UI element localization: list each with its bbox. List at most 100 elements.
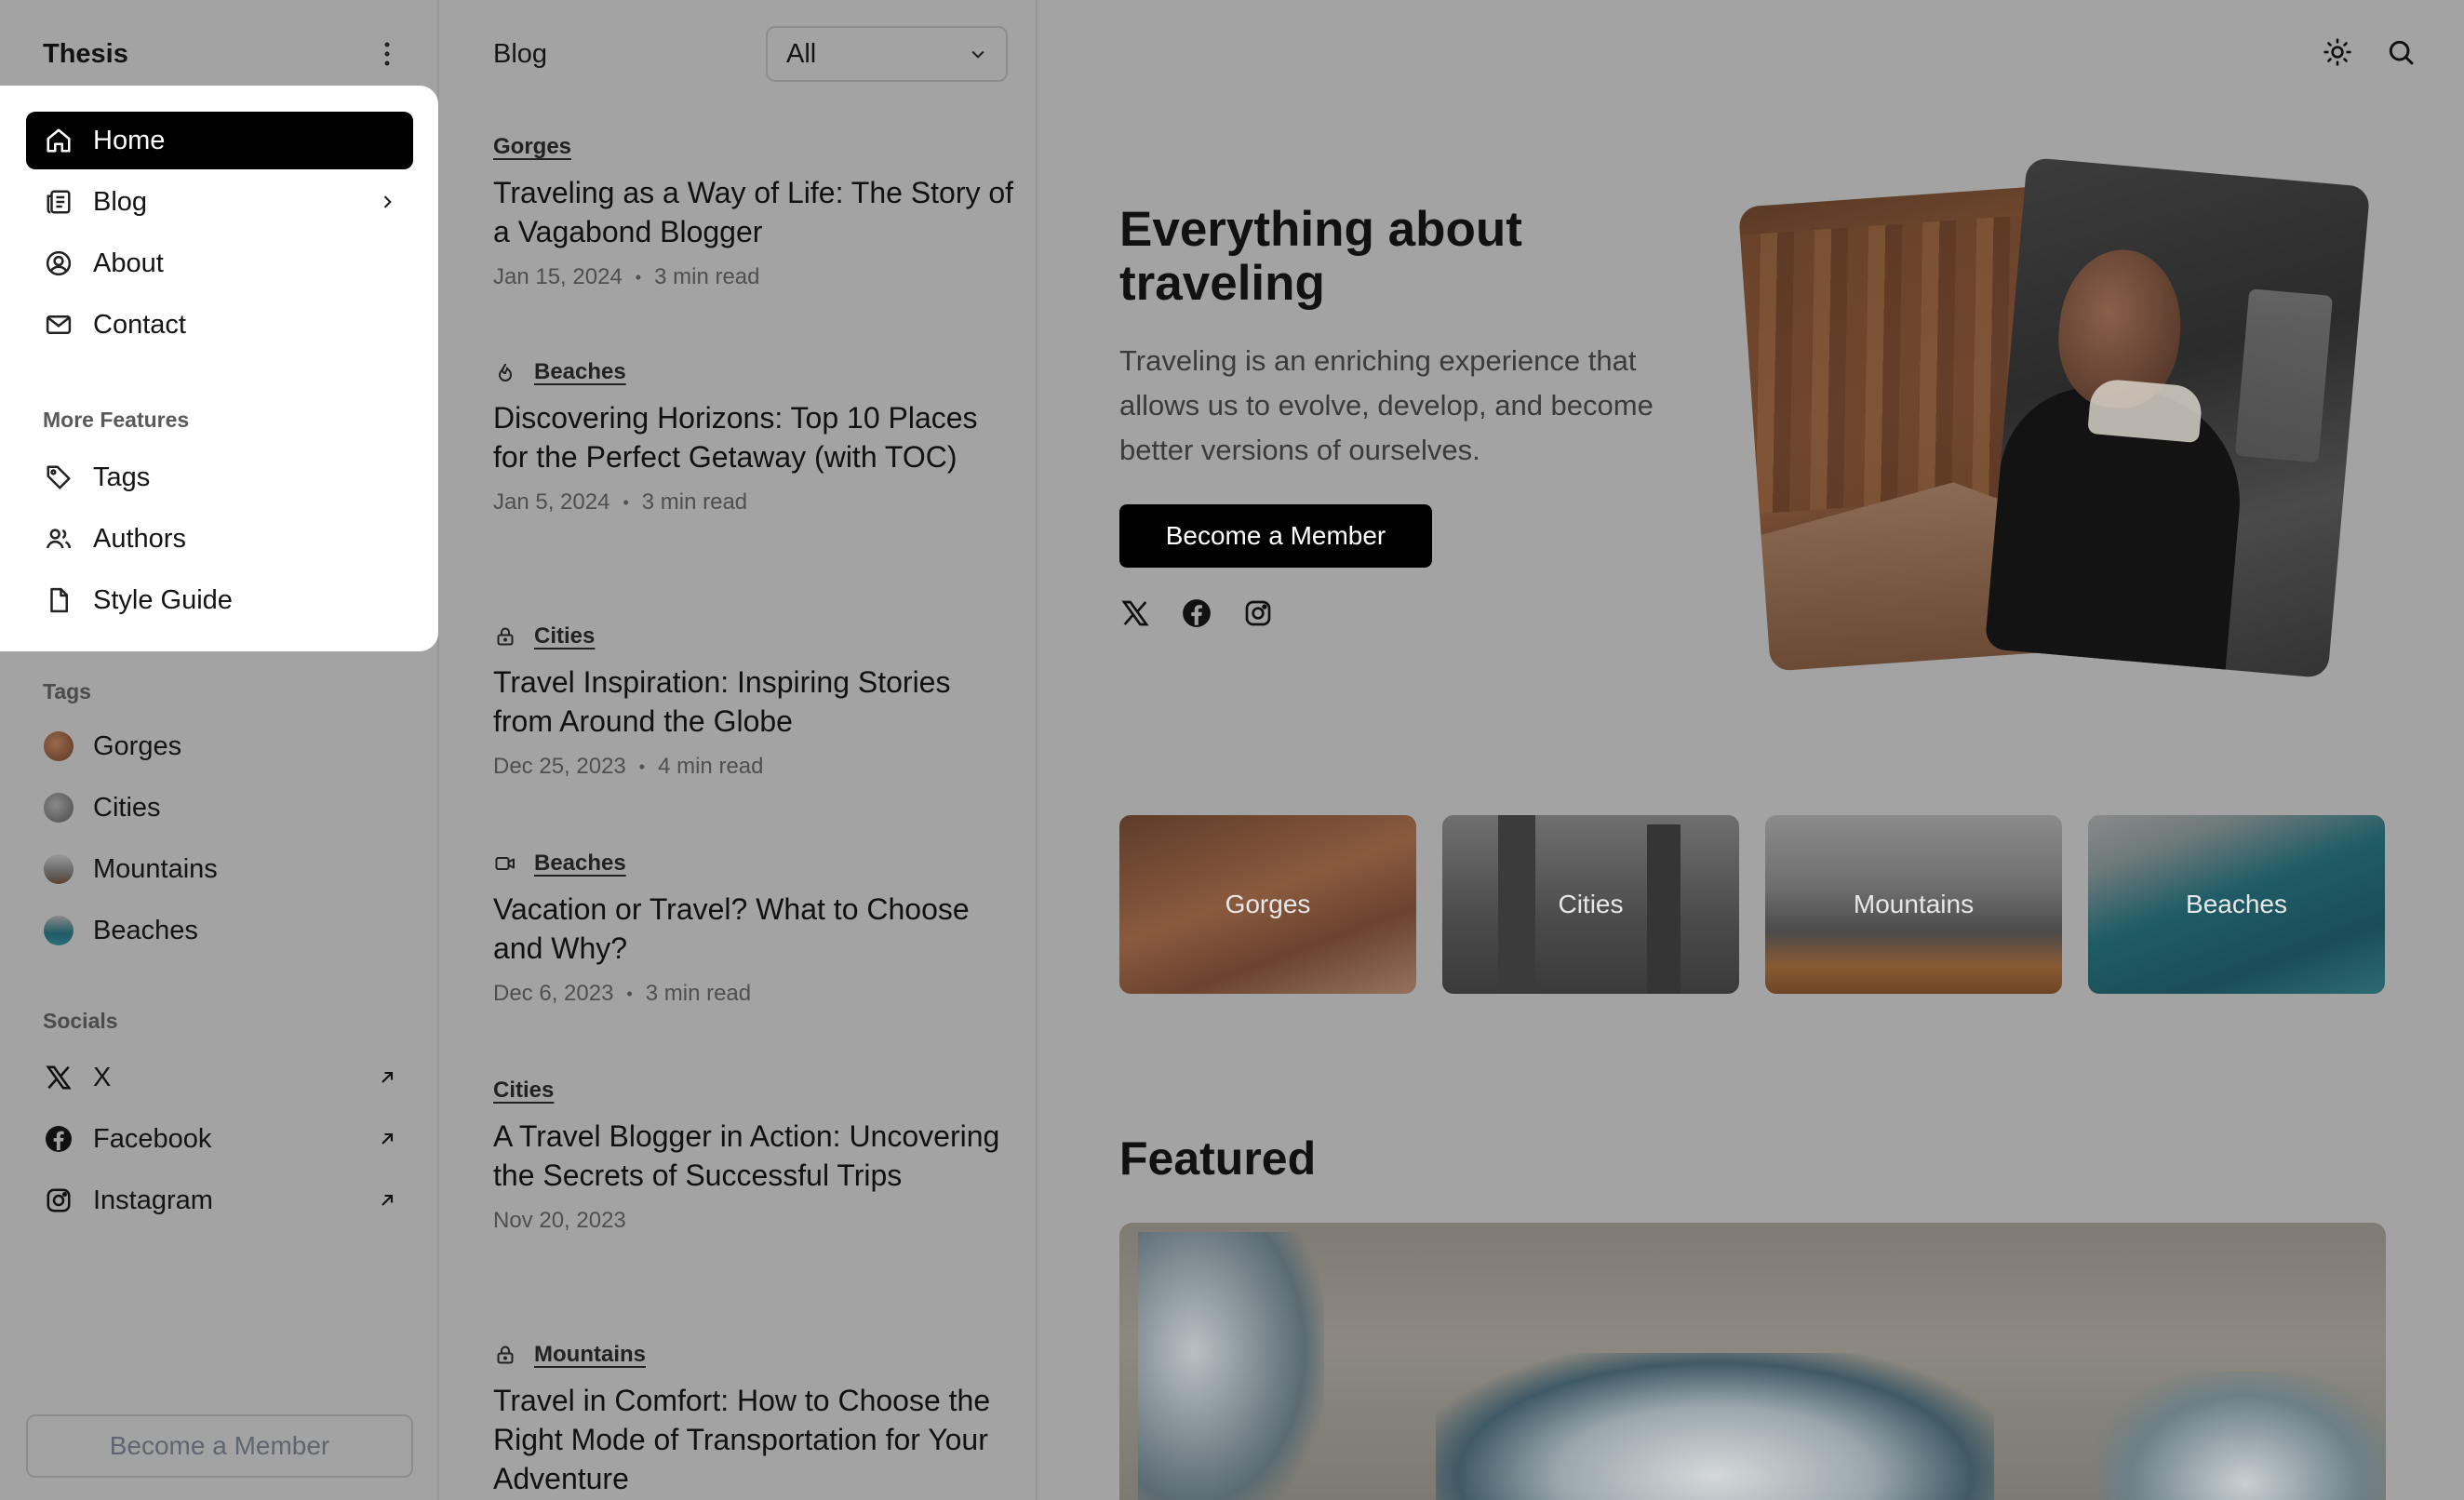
- instagram-icon[interactable]: [1242, 597, 1274, 629]
- post-title[interactable]: Traveling as a Way of Life: The Story of…: [493, 173, 1014, 251]
- nav-item-tags[interactable]: Tags: [26, 449, 413, 506]
- post-date: Dec 25, 2023: [493, 754, 626, 779]
- post-category[interactable]: Mountains: [493, 1342, 1014, 1368]
- social-link-instagram[interactable]: Instagram: [26, 1172, 413, 1228]
- main-content: Everything about traveling Traveling is …: [1038, 0, 2464, 1500]
- external-link-icon: [378, 1191, 396, 1210]
- post-title[interactable]: A Travel Blogger in Action: Uncovering t…: [493, 1117, 1014, 1195]
- users-icon: [43, 523, 74, 555]
- top-toolbar: [2321, 35, 2417, 69]
- nav-item-style-guide[interactable]: Style Guide: [26, 571, 413, 629]
- theme-toggle-sun-icon[interactable]: [2321, 35, 2354, 69]
- nav-item-home[interactable]: Home: [26, 112, 413, 169]
- chevron-down-icon: [969, 45, 987, 63]
- sidebar-tag-beaches[interactable]: Beaches: [26, 903, 413, 958]
- nav-item-about[interactable]: About: [26, 234, 413, 292]
- sidebar-tag-cities[interactable]: Cities: [26, 780, 413, 836]
- post-list-header: Blog All: [493, 26, 1008, 82]
- post-category-label: Beaches: [534, 359, 626, 384]
- brand-name[interactable]: Thesis: [43, 39, 128, 70]
- tag-card-beaches[interactable]: Beaches: [2088, 815, 2385, 994]
- external-link-icon: [378, 1068, 396, 1087]
- tag-icon: [43, 462, 74, 493]
- social-label: Instagram: [93, 1185, 213, 1215]
- nav-item-label: Style Guide: [93, 584, 233, 615]
- sidebar-tag-mountains[interactable]: Mountains: [26, 841, 413, 897]
- social-link-facebook[interactable]: Facebook: [26, 1111, 413, 1167]
- post-date: Nov 20, 2023: [493, 1208, 626, 1233]
- nav-item-authors[interactable]: Authors: [26, 510, 413, 568]
- x-icon[interactable]: [1119, 597, 1151, 629]
- chevron-right-icon[interactable]: [378, 193, 396, 211]
- post-read-time: 3 min read: [641, 489, 748, 515]
- post-title[interactable]: Travel Inspiration: Inspiring Stories fr…: [493, 663, 1014, 741]
- file-icon: [43, 584, 74, 616]
- tag-card-label: Cities: [1558, 890, 1624, 918]
- home-icon: [43, 125, 74, 156]
- post-meta: Jan 5, 2024 • 3 min read: [493, 489, 748, 515]
- tag-card-gorges[interactable]: Gorges: [1119, 815, 1416, 994]
- post-category[interactable]: Cities: [493, 623, 1014, 650]
- social-link-x[interactable]: X: [26, 1050, 413, 1105]
- post-item[interactable]: Gorges Traveling as a Way of Life: The S…: [493, 134, 1014, 290]
- nav-item-label: Blog: [93, 186, 148, 217]
- post-category[interactable]: Beaches: [493, 850, 1014, 877]
- hero-become-member-button[interactable]: Become a Member: [1119, 504, 1432, 568]
- post-date: Jan 15, 2024: [493, 264, 623, 289]
- sidebar-become-member-button[interactable]: Become a Member: [26, 1414, 413, 1478]
- facebook-icon[interactable]: [1181, 597, 1212, 629]
- post-category[interactable]: Cities: [493, 1078, 1014, 1104]
- post-item[interactable]: Beaches Vacation or Travel? What to Choo…: [493, 850, 1014, 1007]
- more-options-icon[interactable]: [378, 35, 396, 73]
- lock-icon: [493, 1343, 517, 1367]
- post-category-label: Gorges: [493, 134, 572, 159]
- search-icon[interactable]: [2384, 35, 2417, 69]
- hero-social-links: [1119, 597, 1274, 629]
- sidebar-tag-gorges[interactable]: Gorges: [26, 718, 413, 774]
- tag-card-cities[interactable]: Cities: [1442, 815, 1739, 994]
- post-meta: Dec 6, 2023 • 3 min read: [493, 981, 752, 1006]
- post-category[interactable]: Gorges: [493, 134, 1014, 160]
- x-icon: [43, 1062, 74, 1093]
- post-category[interactable]: Beaches: [493, 359, 1014, 385]
- post-title[interactable]: Vacation or Travel? What to Choose and W…: [493, 890, 1014, 968]
- post-category-label: Beaches: [534, 850, 626, 876]
- post-list-panel: Blog All Gorges Traveling as a Way of Li…: [439, 0, 1038, 1500]
- post-read-time: 3 min read: [654, 264, 760, 289]
- sidebar-header: Thesis: [43, 35, 396, 73]
- flame-icon: [493, 360, 517, 384]
- post-category-label: Mountains: [534, 1342, 646, 1367]
- social-label: Facebook: [93, 1123, 212, 1154]
- post-date: Jan 5, 2024: [493, 489, 610, 515]
- tag-thumbnail: [44, 916, 74, 945]
- tag-card-mountains[interactable]: Mountains: [1765, 815, 2062, 994]
- category-filter-select[interactable]: All: [766, 26, 1008, 82]
- post-title[interactable]: Discovering Horizons: Top 10 Places for …: [493, 398, 1014, 476]
- nav-item-label: Home: [93, 125, 166, 155]
- nav-panel: Home Blog About Contact More Features Ta…: [0, 86, 438, 651]
- tag-label: Cities: [93, 792, 161, 823]
- post-meta: Nov 20, 2023: [493, 1208, 1014, 1234]
- nav-item-blog[interactable]: Blog: [26, 173, 413, 231]
- featured-post-image[interactable]: [1119, 1223, 2386, 1500]
- filter-value: All: [786, 38, 817, 69]
- post-item[interactable]: Mountains Travel in Comfort: How to Choo…: [493, 1342, 1014, 1498]
- mail-icon: [43, 309, 74, 341]
- tag-card-label: Mountains: [1853, 890, 1975, 918]
- nav-item-label: Contact: [93, 309, 186, 340]
- nav-item-contact[interactable]: Contact: [26, 296, 413, 354]
- post-read-time: 4 min read: [658, 754, 764, 779]
- facebook-icon: [43, 1123, 74, 1155]
- post-item[interactable]: Cities A Travel Blogger in Action: Uncov…: [493, 1078, 1014, 1234]
- post-item[interactable]: Beaches Discovering Horizons: Top 10 Pla…: [493, 359, 1014, 516]
- social-label: X: [93, 1062, 112, 1092]
- hero-title: Everything about traveling: [1119, 202, 1522, 311]
- post-title[interactable]: Travel in Comfort: How to Choose the Rig…: [493, 1381, 1014, 1498]
- tag-card-label: Gorges: [1225, 890, 1311, 918]
- tag-card-label: Beaches: [2186, 890, 2287, 918]
- post-read-time: 3 min read: [645, 981, 752, 1006]
- nav-item-label: Tags: [93, 462, 151, 492]
- user-circle-icon: [43, 248, 74, 279]
- post-item[interactable]: Cities Travel Inspiration: Inspiring Sto…: [493, 623, 1014, 780]
- nav-item-label: About: [93, 248, 164, 278]
